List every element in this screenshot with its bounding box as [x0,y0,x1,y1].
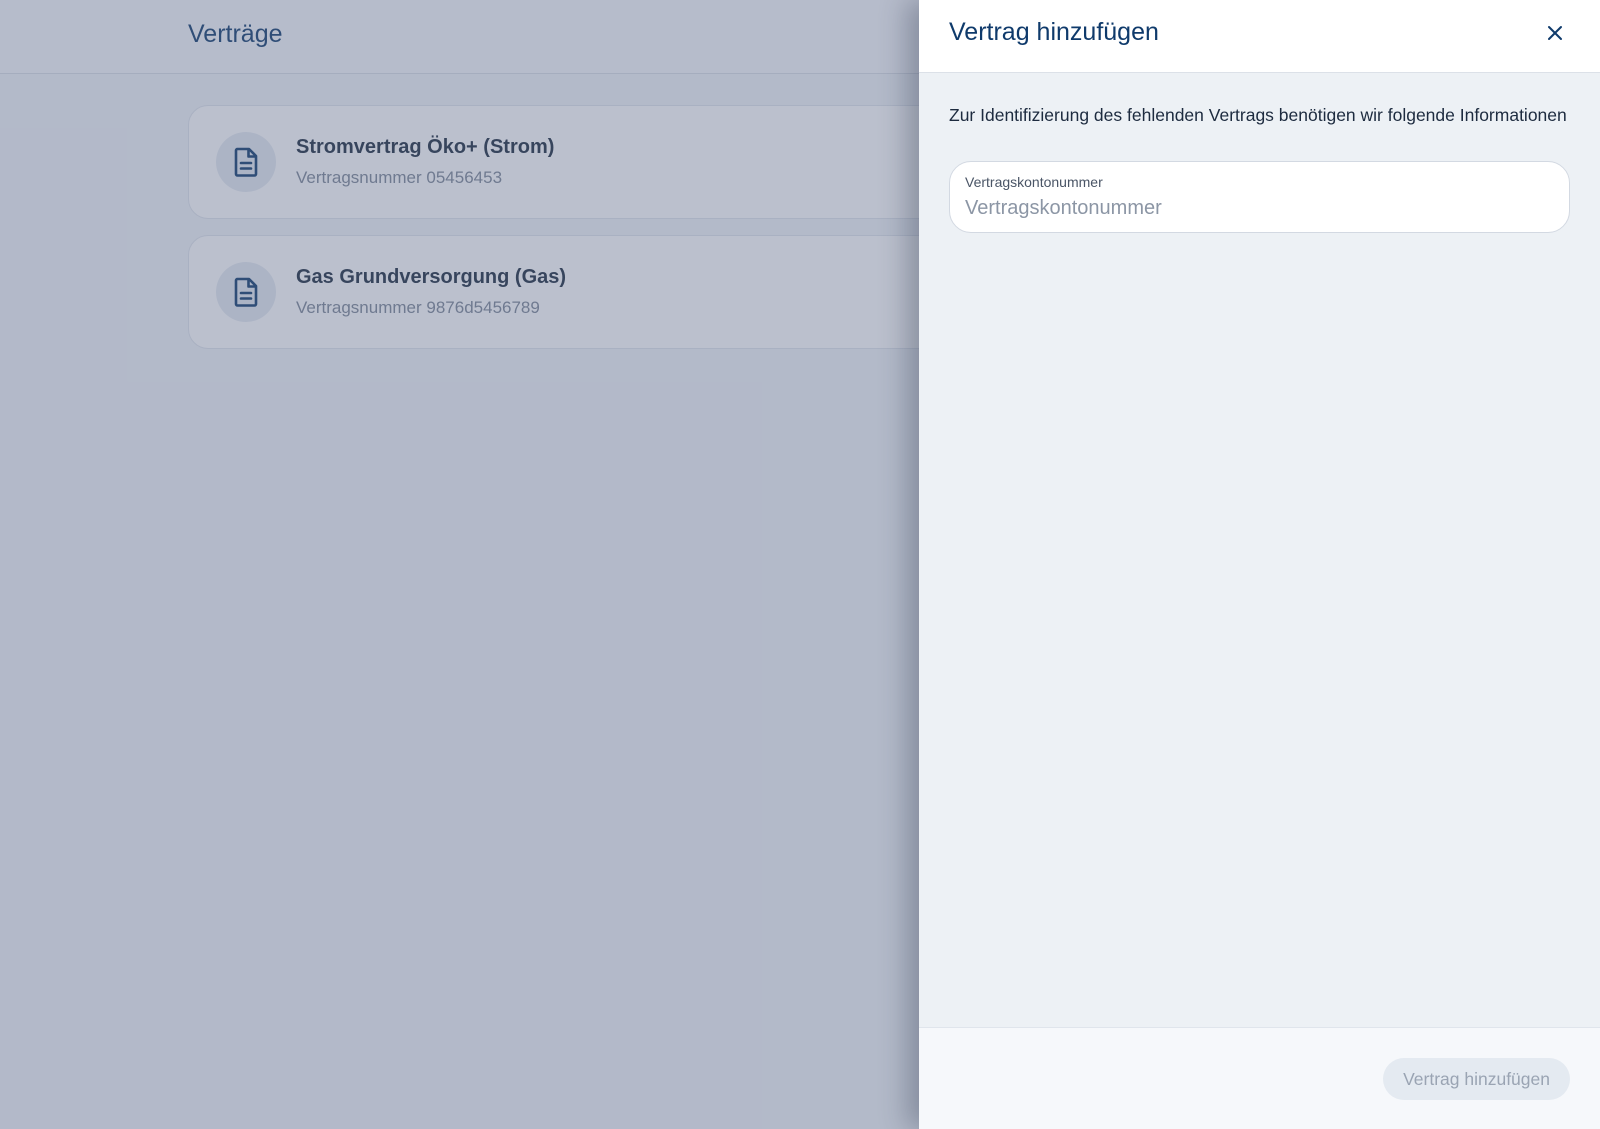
drawer-intro-text: Zur Identifizierung des fehlenden Vertra… [949,105,1567,125]
contract-account-number-field[interactable]: Vertragskontonummer [949,161,1570,233]
drawer-header: Vertrag hinzufügen [919,0,1600,73]
page: Verträge Stromvertrag Öko+ (Strom) Vertr… [0,0,1600,1129]
close-icon [1548,26,1562,40]
add-contract-drawer: Vertrag hinzufügen Zur Identifizierung d… [919,0,1600,1129]
drawer-footer: Vertrag hinzufügen [919,1027,1600,1129]
close-button[interactable] [1540,18,1570,48]
drawer-title: Vertrag hinzufügen [949,18,1159,46]
field-label: Vertragskontonummer [965,174,1103,190]
contract-account-number-input[interactable] [965,194,1555,222]
add-contract-button[interactable]: Vertrag hinzufügen [1383,1058,1570,1100]
